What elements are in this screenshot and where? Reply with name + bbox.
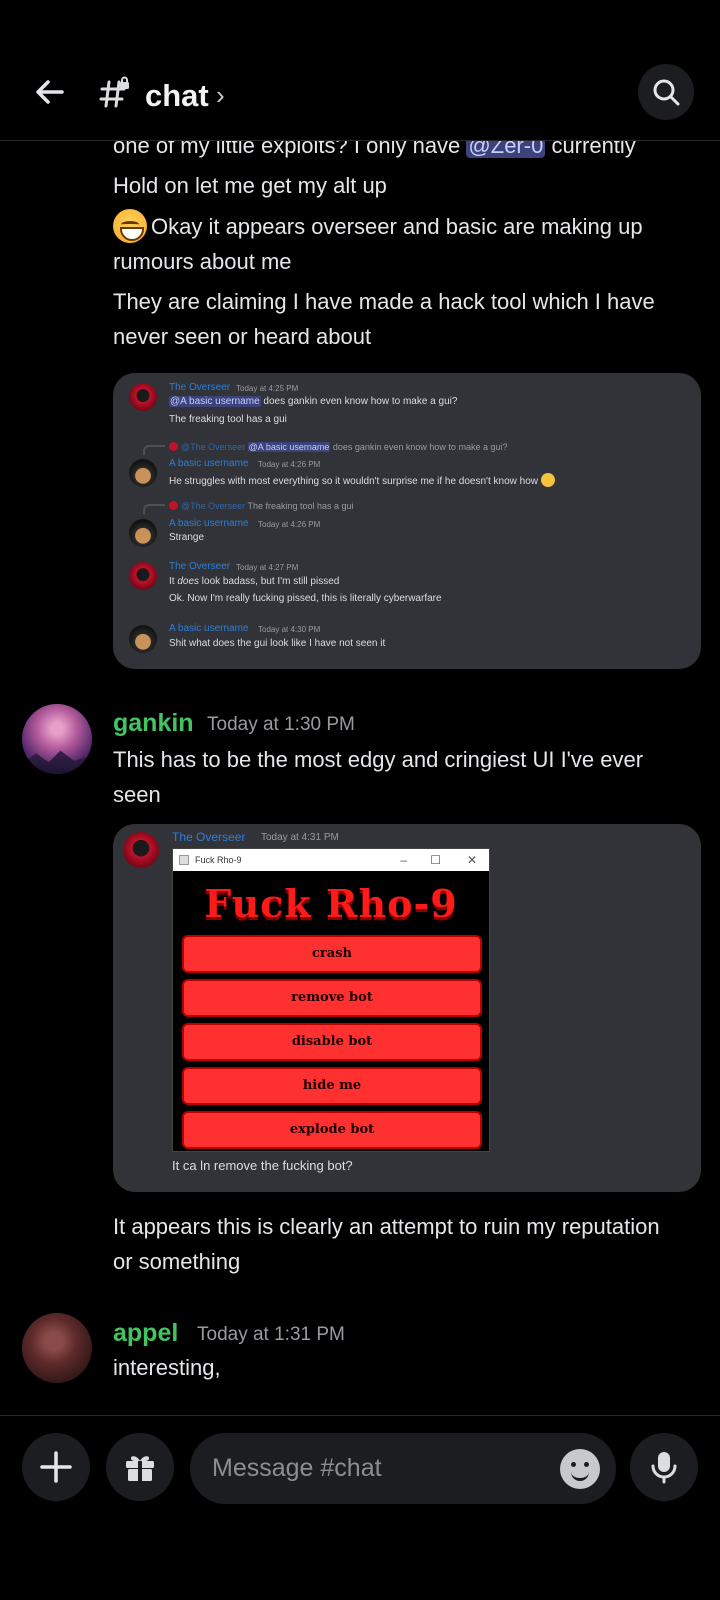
avatar xyxy=(129,519,157,547)
author-name: A basic username xyxy=(169,623,249,634)
back-button[interactable] xyxy=(28,70,72,114)
image-caption: It ca ln remove the fucking bot? xyxy=(172,1158,353,1173)
author-name: The Overseer xyxy=(169,382,231,393)
channel-title[interactable]: chat xyxy=(145,76,209,116)
arrow-left-icon xyxy=(36,80,64,104)
message-line: interesting, xyxy=(113,1355,221,1380)
reply-preview: @The Overseer @A basic username does gan… xyxy=(169,442,507,452)
avatar-mountains xyxy=(22,750,92,774)
avatar xyxy=(129,383,157,411)
message-feed[interactable]: one of my little exploits? I only have @… xyxy=(0,0,720,1415)
grinning-emoji-icon xyxy=(113,209,147,244)
reply-connector xyxy=(143,445,165,455)
avatar xyxy=(129,459,157,487)
message-input[interactable] xyxy=(212,1433,532,1504)
message-text: He struggles with most everything so it … xyxy=(169,473,555,487)
timestamp: Today at 4:27 PM xyxy=(236,563,299,572)
message-line: never seen or heard about xyxy=(113,324,372,349)
message-line: This has to be the most edgy and cringie… xyxy=(113,747,644,772)
timestamp: Today at 4:26 PM xyxy=(258,460,321,469)
message-line: Hold on let me get my alt up xyxy=(113,173,387,198)
disable-bot-button: disable bot xyxy=(182,1023,482,1061)
laughing-emoji-icon xyxy=(541,473,555,487)
message-line: It appears this is clearly an attempt to… xyxy=(113,1214,660,1239)
reply-preview: @The Overseer The freaking tool has a gu… xyxy=(169,501,354,511)
reply-connector xyxy=(143,504,165,514)
image-attachment[interactable]: The Overseer Today at 4:25 PM @A basic u… xyxy=(113,373,701,669)
add-attachment-button[interactable] xyxy=(22,1433,90,1501)
search-button[interactable] xyxy=(638,64,694,120)
message-line: Okay it appears overseer and basic are m… xyxy=(113,209,703,245)
image-attachment[interactable]: The Overseer Today at 4:31 PM Fuck Rho-9… xyxy=(113,824,701,1192)
author-name: The Overseer xyxy=(172,830,246,844)
author-name[interactable]: gankin xyxy=(113,706,194,740)
timestamp: Today at 4:26 PM xyxy=(258,520,321,529)
author-name: A basic username xyxy=(169,458,249,469)
avatar[interactable] xyxy=(22,704,92,774)
maximize-icon: ☐ xyxy=(430,853,441,867)
crash-button: crash xyxy=(182,935,482,973)
explode-bot-button: explode bot xyxy=(182,1111,482,1149)
avatar xyxy=(129,625,157,653)
hash-lock-icon xyxy=(99,76,129,108)
microphone-icon xyxy=(651,1452,677,1484)
author-name[interactable]: appel xyxy=(113,1316,178,1350)
app-title: Fuck Rho-9 xyxy=(204,881,458,926)
message-text: @A basic username does gankin even know … xyxy=(169,396,458,407)
timestamp: Today at 4:31 PM xyxy=(261,832,339,843)
timestamp: Today at 1:31 PM xyxy=(197,1324,345,1345)
avatar xyxy=(123,832,159,868)
emoji-icon[interactable] xyxy=(560,1449,600,1489)
gift-icon xyxy=(126,1456,154,1481)
app-window: Fuck Rho-9 – ☐ ✕ Fuck Rho-9 crash remove… xyxy=(172,848,490,1152)
voice-message-button[interactable] xyxy=(630,1433,698,1501)
chevron-right-icon[interactable]: › xyxy=(216,80,225,110)
message-line: seen xyxy=(113,782,161,807)
avatar xyxy=(129,562,157,590)
search-icon xyxy=(653,79,680,106)
author-name: A basic username xyxy=(169,518,249,529)
message-text: It does look badass, but I'm still pisse… xyxy=(169,576,340,587)
timestamp: Today at 1:30 PM xyxy=(207,714,355,735)
author-name: The Overseer xyxy=(169,561,231,572)
message-line: They are claiming I have made a hack too… xyxy=(113,289,655,314)
message-composer xyxy=(0,1415,720,1600)
timestamp: Today at 4:30 PM xyxy=(258,625,321,634)
hide-me-button: hide me xyxy=(182,1067,482,1105)
message-text: Shit what does the gui look like I have … xyxy=(169,638,386,649)
plus-icon xyxy=(40,1451,72,1483)
message-text: The freaking tool has a gui xyxy=(169,414,287,425)
message-line: rumours about me xyxy=(113,249,292,274)
message-line: or something xyxy=(113,1249,241,1274)
close-icon: ✕ xyxy=(466,853,477,867)
gift-button[interactable] xyxy=(106,1433,174,1501)
channel-header: chat › xyxy=(0,0,720,141)
app-icon xyxy=(179,855,189,865)
remove-bot-button: remove bot xyxy=(182,979,482,1017)
avatar[interactable] xyxy=(22,1313,92,1383)
window-titlebar: Fuck Rho-9 – ☐ ✕ xyxy=(173,849,489,871)
message-input-box[interactable] xyxy=(190,1433,616,1504)
message-text: Ok. Now I'm really fucking pissed, this … xyxy=(169,593,442,604)
minimize-icon: – xyxy=(400,853,407,867)
message-text: Strange xyxy=(169,532,205,543)
timestamp: Today at 4:25 PM xyxy=(236,384,299,393)
